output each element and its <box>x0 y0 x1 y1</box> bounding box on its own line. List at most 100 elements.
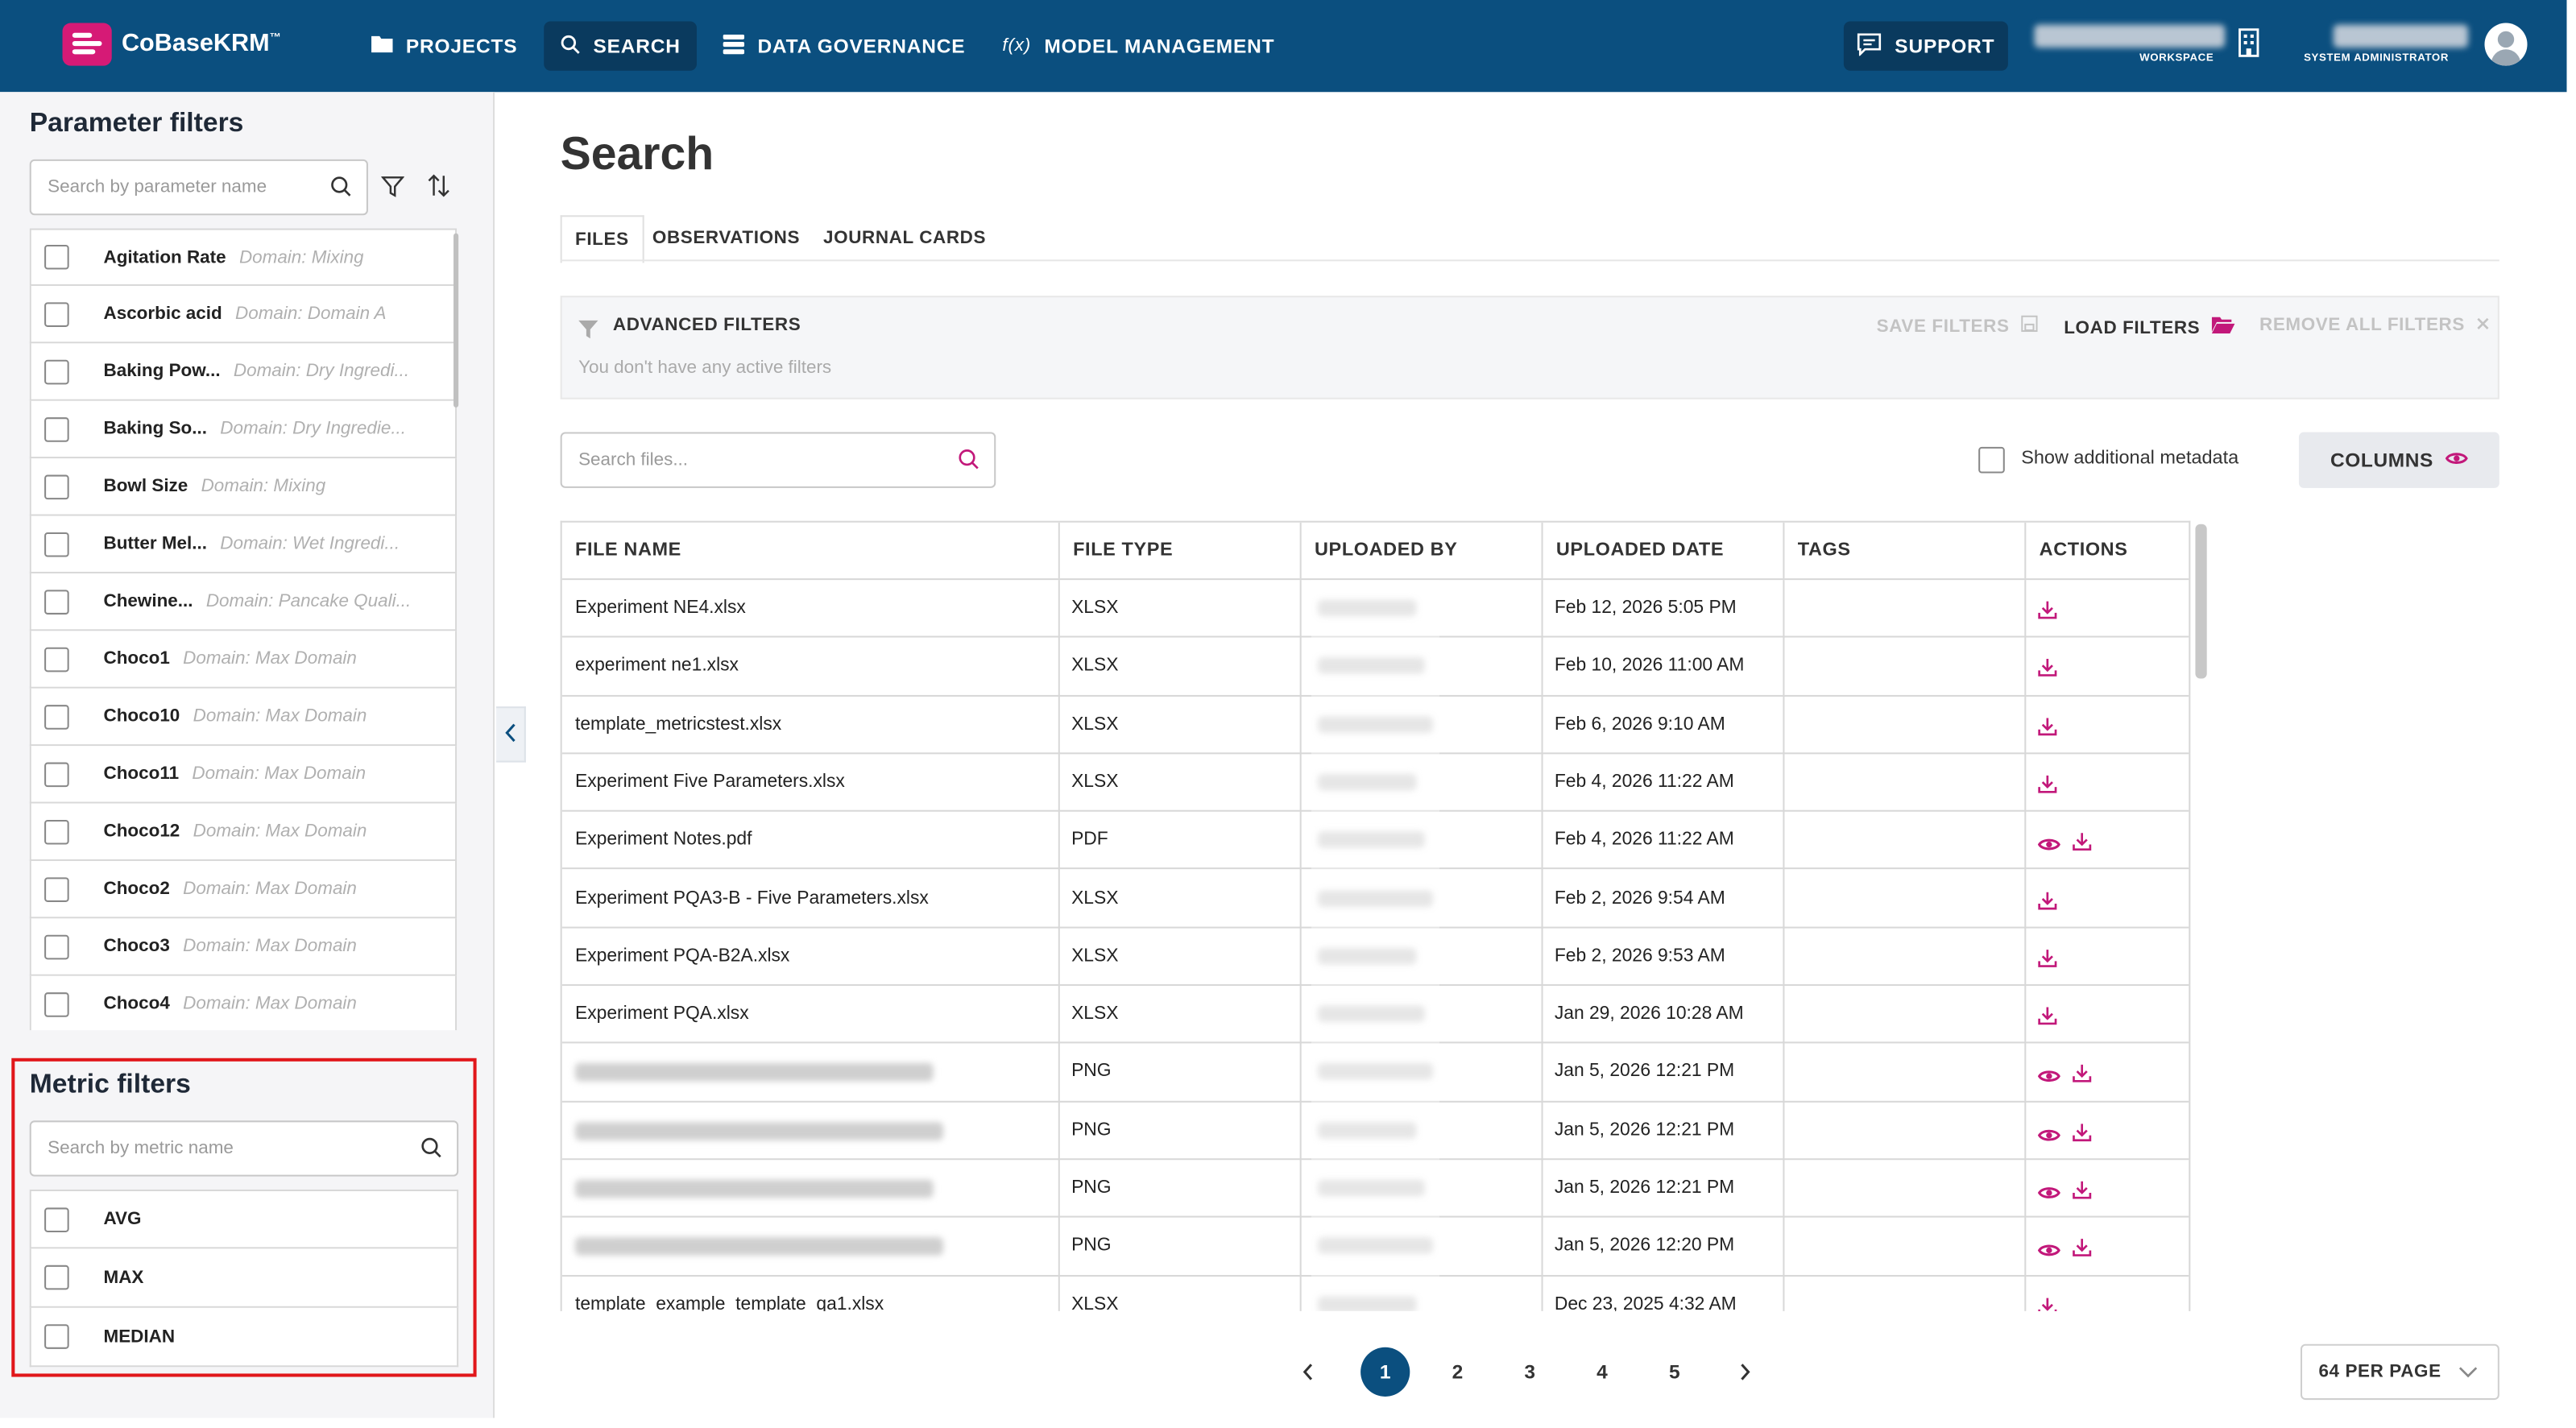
tab-observations[interactable]: OBSERVATIONS <box>652 215 800 261</box>
download-icon[interactable] <box>2072 1178 2092 1208</box>
page-3-button[interactable]: 3 <box>1505 1347 1555 1397</box>
parameter-checkbox[interactable] <box>44 244 69 270</box>
file-name-cell[interactable]: template_example_template_qa1.xlsx <box>575 1294 884 1311</box>
parameter-checkbox[interactable] <box>44 704 69 729</box>
parameter-item[interactable]: Ascorbic acid Domain: Domain A <box>29 285 458 344</box>
file-name-cell[interactable]: experiment ne1.xlsx <box>575 656 739 676</box>
download-icon[interactable] <box>2038 656 2057 686</box>
parameter-checkbox[interactable] <box>44 991 69 1016</box>
previous-page-button[interactable] <box>1302 1360 1315 1390</box>
collapse-sidebar-button[interactable] <box>496 706 526 763</box>
file-name-cell[interactable]: Experiment NE4.xlsx <box>575 598 746 618</box>
nav-projects[interactable]: PROJECTS <box>371 0 517 92</box>
parameter-item[interactable]: Butter Mel... Domain: Wet Ingredi... <box>29 515 458 573</box>
file-name-cell[interactable]: template_metricstest.xlsx <box>575 714 781 734</box>
metric-checkbox[interactable] <box>44 1207 69 1231</box>
column-header[interactable]: UPLOADED BY <box>1299 522 1542 579</box>
eye-icon[interactable] <box>2037 1180 2061 1210</box>
download-icon[interactable] <box>2038 1294 2057 1311</box>
parameter-item[interactable]: Agitation Rate Domain: Mixing <box>29 228 458 286</box>
parameter-item[interactable]: Baking Pow... Domain: Dry Ingredi... <box>29 343 458 401</box>
column-header[interactable]: TAGS <box>1783 522 2024 579</box>
parameter-checkbox[interactable] <box>44 761 69 787</box>
filter-icon[interactable] <box>380 176 405 205</box>
download-icon[interactable] <box>2038 946 2057 976</box>
parameter-item[interactable]: Choco10 Domain: Max Domain <box>29 688 458 747</box>
nav-data-governance[interactable]: DATA GOVERNANCE <box>723 0 966 92</box>
metric-item[interactable]: AVG <box>29 1189 459 1249</box>
parameter-checkbox[interactable] <box>44 474 69 499</box>
metric-checkbox[interactable] <box>44 1265 69 1290</box>
parameter-checkbox[interactable] <box>44 933 69 959</box>
tab-files[interactable]: FILES <box>560 215 644 263</box>
parameter-checkbox[interactable] <box>44 301 69 326</box>
nav-model-management[interactable]: f(x) MODEL MANAGEMENT <box>1002 0 1274 92</box>
advanced-filters-label[interactable]: ADVANCED FILTERS <box>613 316 801 335</box>
column-header[interactable]: FILE NAME <box>562 523 1058 578</box>
page-5-button[interactable]: 5 <box>1650 1347 1699 1397</box>
parameter-item[interactable]: Choco3 Domain: Max Domain <box>29 918 458 976</box>
metric-checkbox[interactable] <box>44 1324 69 1349</box>
parameter-item[interactable]: Choco1 Domain: Max Domain <box>29 631 458 689</box>
download-icon[interactable] <box>2038 772 2057 802</box>
column-header[interactable]: UPLOADED DATE <box>1541 522 1783 579</box>
parameter-checkbox[interactable] <box>44 416 69 441</box>
eye-icon[interactable] <box>2037 1238 2061 1268</box>
eye-icon[interactable] <box>2037 1122 2061 1152</box>
parameter-item[interactable]: Choco12 Domain: Max Domain <box>29 803 458 861</box>
next-page-button[interactable] <box>1738 1360 1751 1390</box>
parameter-item[interactable]: Bowl Size Domain: Mixing <box>29 458 458 516</box>
page-2-button[interactable]: 2 <box>1433 1347 1482 1397</box>
parameter-item[interactable]: Choco11 Domain: Max Domain <box>29 746 458 804</box>
columns-button[interactable]: COLUMNS <box>2298 432 2499 488</box>
metric-item[interactable]: MAX <box>29 1248 459 1308</box>
parameter-checkbox[interactable] <box>44 531 69 557</box>
download-icon[interactable] <box>2038 598 2057 628</box>
download-icon[interactable] <box>2038 714 2057 744</box>
remove-all-filters-button[interactable]: REMOVE ALL FILTERS <box>2259 316 2490 335</box>
file-search-input[interactable]: Search files... <box>560 432 996 488</box>
file-name-cell[interactable]: Experiment PQA.xlsx <box>575 1004 749 1024</box>
parameter-item[interactable]: Baking So... Domain: Dry Ingredie... <box>29 400 458 459</box>
page-1-button[interactable]: 1 <box>1360 1347 1410 1397</box>
table-scrollbar[interactable] <box>2195 524 2207 679</box>
parameter-item[interactable]: Chewine... Domain: Pancake Quali... <box>29 573 458 631</box>
parameter-item[interactable]: Choco4 Domain: Max Domain <box>29 975 458 1031</box>
nav-search[interactable]: SEARCH <box>544 21 698 71</box>
column-header[interactable]: ACTIONS <box>2024 522 2189 579</box>
metric-search-input[interactable]: Search by metric name <box>29 1120 459 1177</box>
parameter-checkbox[interactable] <box>44 358 69 384</box>
parameter-search-input[interactable]: Search by parameter name <box>29 159 368 216</box>
download-icon[interactable] <box>2072 830 2092 860</box>
parameter-checkbox[interactable] <box>44 876 69 901</box>
download-icon[interactable] <box>2072 1236 2092 1266</box>
show-metadata-checkbox[interactable] <box>1978 446 2005 474</box>
download-icon[interactable] <box>2072 1062 2092 1092</box>
parameter-checkbox[interactable] <box>44 646 69 672</box>
sort-icon[interactable] <box>427 174 450 205</box>
building-icon[interactable] <box>2238 28 2259 66</box>
column-header[interactable]: FILE TYPE <box>1058 522 1300 579</box>
per-page-select[interactable]: 64 PER PAGE <box>2301 1343 2499 1401</box>
app-logo-text[interactable]: CoBaseKRM™ <box>122 30 281 58</box>
page-4-button[interactable]: 4 <box>1577 1347 1626 1397</box>
download-icon[interactable] <box>2072 1120 2092 1150</box>
download-icon[interactable] <box>2038 1004 2057 1034</box>
eye-icon[interactable] <box>2037 832 2061 862</box>
parameter-checkbox[interactable] <box>44 589 69 614</box>
download-icon[interactable] <box>2038 888 2057 918</box>
support-button[interactable]: SUPPORT <box>1843 21 2008 71</box>
tab-journal-cards[interactable]: JOURNAL CARDS <box>823 215 986 261</box>
metric-item[interactable]: MEDIAN <box>29 1307 459 1368</box>
eye-icon[interactable] <box>2037 1064 2061 1094</box>
load-filters-button[interactable]: LOAD FILTERS <box>2064 316 2235 338</box>
file-name-cell[interactable]: Experiment PQA3-B - Five Parameters.xlsx <box>575 888 929 908</box>
parameter-checkbox[interactable] <box>44 818 69 844</box>
avatar-icon[interactable] <box>2484 23 2528 66</box>
save-filters-button[interactable]: SAVE FILTERS <box>1877 315 2038 337</box>
parameter-list-scrollbar[interactable] <box>453 233 459 408</box>
file-name-cell[interactable]: Experiment Notes.pdf <box>575 830 752 850</box>
file-name-cell[interactable]: Experiment PQA-B2A.xlsx <box>575 946 789 966</box>
parameter-item[interactable]: Choco2 Domain: Max Domain <box>29 860 458 919</box>
file-name-cell[interactable]: Experiment Five Parameters.xlsx <box>575 772 845 792</box>
